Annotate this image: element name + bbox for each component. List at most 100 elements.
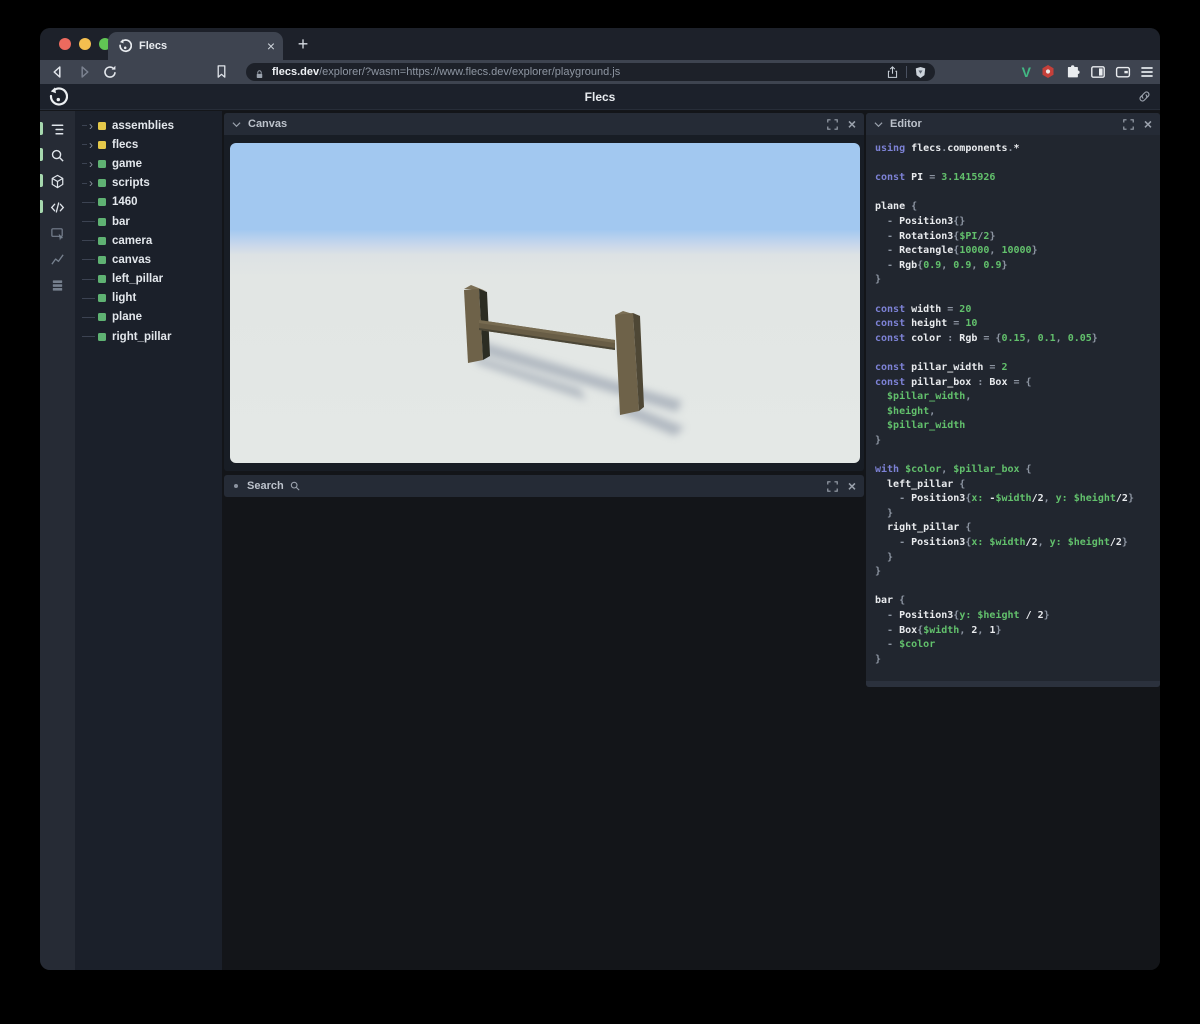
close-icon[interactable]: × — [848, 117, 856, 131]
share-icon[interactable] — [886, 65, 899, 79]
divider — [906, 66, 907, 78]
chevron-down-icon[interactable] — [874, 121, 883, 128]
canvas-viewport[interactable] — [230, 143, 860, 463]
expand-icon[interactable] — [1123, 118, 1134, 130]
code-line: const pillar_width = 2 — [875, 361, 1008, 373]
url-bar[interactable]: flecs.dev/explorer/?wasm=https://www.fle… — [246, 63, 935, 81]
tree-item-canvas[interactable]: canvas — [75, 250, 222, 269]
chevron-down-icon[interactable] — [232, 121, 241, 128]
scene-3d — [230, 143, 860, 463]
tab-title: Flecs — [139, 40, 168, 52]
search-panel-title: Search — [247, 480, 284, 492]
entity-label: scripts — [112, 177, 150, 190]
code-area[interactable]: using flecs.components.* const PI = 3.14… — [866, 135, 1160, 681]
code-line: - Position3{y: $height / 2} — [875, 610, 1050, 621]
editor-panel-header[interactable]: Editor × — [866, 113, 1160, 135]
tab-close-icon[interactable]: × — [267, 39, 275, 53]
tree-item-camera[interactable]: camera — [75, 231, 222, 250]
tree-item-right_pillar[interactable]: right_pillar — [75, 327, 222, 346]
tree-item-1460[interactable]: 1460 — [75, 193, 222, 212]
page-title: Flecs — [584, 90, 616, 104]
code-line: - Box{$width, 2, 1} — [875, 624, 1002, 636]
entity-dot-icon — [98, 121, 106, 130]
browser-tab[interactable]: Flecs × — [108, 32, 283, 60]
browser-menu-icon[interactable] — [1140, 65, 1154, 79]
code-line: left_pillar { — [875, 478, 966, 490]
expand-chevron-icon[interactable]: › — [87, 139, 95, 151]
share-link-icon[interactable] — [1137, 89, 1152, 104]
forward-button[interactable] — [76, 64, 92, 80]
stats-icon[interactable] — [40, 246, 75, 272]
tree-view-icon[interactable] — [40, 116, 75, 142]
code-line: right_pillar { — [875, 522, 972, 534]
vue-devtools-extension-icon[interactable]: V — [1022, 64, 1031, 80]
new-tab-button[interactable]: + — [290, 32, 316, 58]
inspector-icon[interactable] — [40, 220, 75, 246]
search-icon[interactable] — [40, 142, 75, 168]
queries-icon[interactable] — [40, 272, 75, 298]
code-line: const width = 20 — [875, 303, 972, 315]
code-line: - Position3{x: $width/2, y: $height/2} — [875, 537, 1128, 549]
active-indicator — [40, 174, 43, 187]
entity-dot-icon — [98, 217, 106, 226]
entity-label: assemblies — [112, 119, 175, 132]
canvas-panel: Canvas × — [224, 113, 864, 471]
tree-item-assemblies[interactable]: › assemblies — [75, 116, 222, 135]
bookmark-icon[interactable] — [214, 64, 229, 79]
tree-connector — [82, 316, 95, 318]
side-panel-icon[interactable] — [1090, 64, 1106, 80]
code-line: } — [875, 507, 894, 519]
close-icon[interactable]: × — [848, 479, 856, 493]
flecs-favicon-icon — [118, 39, 133, 53]
expand-icon[interactable] — [827, 480, 838, 492]
tree-connector — [82, 278, 95, 280]
entity-dot-icon — [98, 159, 106, 168]
entity-dot-icon — [98, 236, 106, 245]
code-line: } — [875, 566, 882, 578]
code-line: with $color, $pillar_box { — [875, 464, 1032, 476]
tree-connector — [82, 240, 95, 242]
tree-item-bar[interactable]: bar — [75, 212, 222, 231]
tree-item-left_pillar[interactable]: left_pillar — [75, 270, 222, 289]
brave-shield-icon[interactable] — [914, 66, 927, 79]
window-close-button[interactable] — [59, 38, 71, 50]
app-header: Flecs — [40, 84, 1160, 110]
wallet-icon[interactable] — [1115, 64, 1131, 80]
tree-item-light[interactable]: light — [75, 289, 222, 308]
code-line: - Position3{x: -$width/2, y: $height/2} — [875, 493, 1134, 505]
entities-icon[interactable] — [40, 168, 75, 194]
entity-tree: › assemblies › flecs › game › scripts 1460 bar cam… — [75, 111, 222, 970]
code-line: const pillar_box : Box = { — [875, 376, 1032, 388]
tree-item-game[interactable]: › game — [75, 154, 222, 173]
canvas-panel-header[interactable]: Canvas × — [224, 113, 864, 135]
code-icon[interactable] — [40, 194, 75, 220]
tree-connector — [82, 221, 95, 223]
activity-bar — [40, 111, 75, 970]
extensions-puzzle-icon[interactable] — [1065, 64, 1081, 80]
window-minimize-button[interactable] — [79, 38, 91, 50]
expand-chevron-icon[interactable]: › — [87, 120, 95, 132]
app-content: › assemblies › flecs › game › scripts 1460 bar cam… — [40, 111, 1160, 970]
expand-chevron-icon[interactable]: › — [87, 158, 95, 170]
code-line: } — [875, 551, 894, 563]
entity-label: right_pillar — [112, 330, 172, 343]
tree-connector — [82, 259, 95, 261]
red-hexagon-extension-icon[interactable] — [1040, 64, 1056, 80]
collapsed-dot-icon[interactable] — [234, 484, 238, 488]
tree-item-scripts[interactable]: › scripts — [75, 174, 222, 193]
entity-label: flecs — [112, 138, 139, 151]
code-line: - Rotation3{$PI/2} — [875, 230, 996, 242]
close-icon[interactable]: × — [1144, 117, 1152, 131]
search-icon — [290, 481, 300, 491]
expand-chevron-icon[interactable]: › — [87, 177, 95, 189]
lock-icon — [254, 67, 265, 78]
tree-item-flecs[interactable]: › flecs — [75, 135, 222, 154]
back-button[interactable] — [50, 64, 66, 80]
reload-button[interactable] — [102, 64, 118, 80]
tree-item-plane[interactable]: plane — [75, 308, 222, 327]
code-line: - $color — [875, 639, 936, 651]
expand-icon[interactable] — [827, 118, 838, 130]
search-panel-header[interactable]: Search × — [224, 475, 864, 497]
